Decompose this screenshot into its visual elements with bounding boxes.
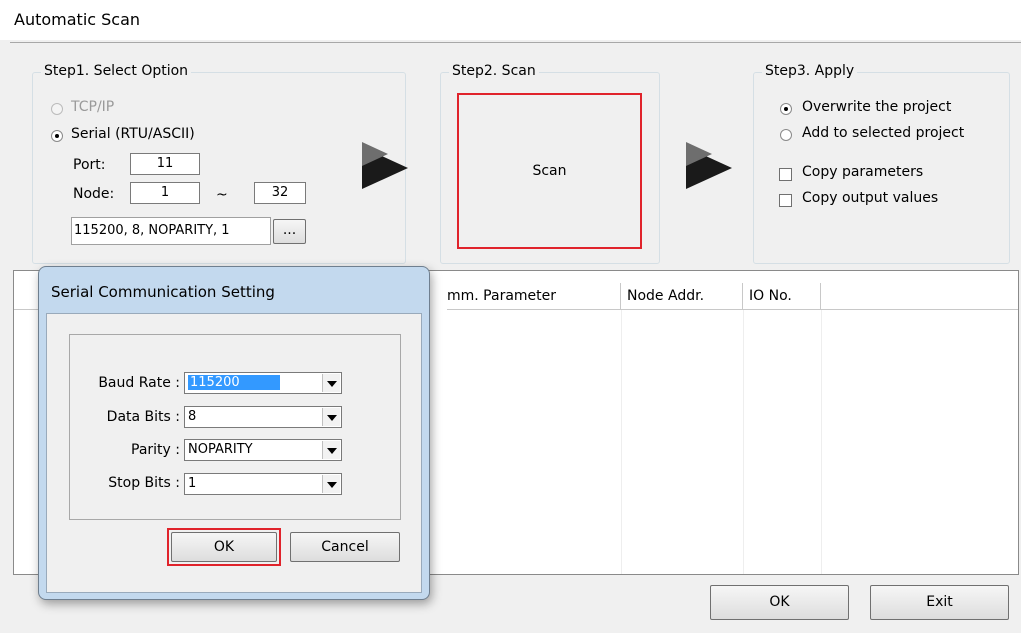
overwrite-radio[interactable] bbox=[780, 103, 792, 115]
column-header-io-no[interactable]: IO No. bbox=[743, 283, 821, 310]
step2-group: Step2. Scan Scan bbox=[440, 63, 660, 264]
arrow-shade-icon bbox=[686, 142, 712, 166]
node-label: Node: bbox=[73, 186, 115, 202]
data-bits-value: 8 bbox=[188, 409, 197, 424]
copy-outputs-checkbox[interactable] bbox=[779, 194, 792, 207]
column-header-comm-parameter[interactable]: mm. Parameter bbox=[447, 283, 621, 310]
overwrite-label: Overwrite the project bbox=[802, 99, 952, 115]
parity-value: NOPARITY bbox=[188, 442, 253, 457]
copy-parameters-checkbox[interactable] bbox=[779, 168, 792, 181]
chevron-down-icon[interactable] bbox=[322, 441, 340, 459]
column-divider bbox=[821, 310, 822, 574]
data-bits-select[interactable]: 8 bbox=[184, 406, 342, 428]
baud-rate-select[interactable]: 115200 bbox=[184, 372, 342, 394]
dialog-body: Baud Rate : 115200 Data Bits : 8 Parity … bbox=[46, 313, 422, 593]
tcp-label: TCP/IP bbox=[71, 99, 115, 115]
title-divider bbox=[10, 42, 1021, 43]
baud-rate-value: 115200 bbox=[188, 375, 280, 390]
node-from-input[interactable]: 1 bbox=[130, 182, 200, 204]
step1-group: Step1. Select Option TCP/IP Serial (RTU/… bbox=[32, 63, 406, 264]
scan-button[interactable]: Scan bbox=[457, 163, 642, 179]
title-bar bbox=[0, 0, 1021, 40]
port-input[interactable]: 11 bbox=[130, 153, 200, 175]
port-label: Port: bbox=[73, 157, 106, 173]
dialog-ok-button[interactable]: OK bbox=[171, 532, 277, 562]
serial-settings-button[interactable]: ... bbox=[273, 219, 306, 244]
node-range-separator: ~ bbox=[216, 187, 228, 203]
step2-legend: Step2. Scan bbox=[449, 63, 539, 79]
parity-label: Parity : bbox=[131, 442, 180, 458]
dialog-cancel-button[interactable]: Cancel bbox=[290, 532, 400, 562]
chevron-down-icon[interactable] bbox=[322, 475, 340, 493]
dialog-title: Serial Communication Setting bbox=[51, 283, 275, 301]
exit-button[interactable]: Exit bbox=[870, 585, 1009, 620]
copy-parameters-label: Copy parameters bbox=[802, 164, 924, 180]
arrow-shade-icon bbox=[362, 142, 388, 166]
stop-bits-select[interactable]: 1 bbox=[184, 473, 342, 495]
serial-params-group: Baud Rate : 115200 Data Bits : 8 Parity … bbox=[69, 334, 401, 520]
serial-radio[interactable] bbox=[51, 130, 63, 142]
node-to-input[interactable]: 32 bbox=[254, 182, 306, 204]
step1-legend: Step1. Select Option bbox=[41, 63, 192, 79]
add-to-project-radio[interactable] bbox=[780, 129, 792, 141]
column-header-filler bbox=[821, 283, 1018, 310]
serial-settings-summary: 115200, 8, NOPARITY, 1 bbox=[71, 217, 271, 245]
add-to-project-label: Add to selected project bbox=[802, 125, 965, 141]
chevron-down-icon[interactable] bbox=[322, 408, 340, 426]
tcp-radio[interactable] bbox=[51, 103, 63, 115]
copy-outputs-label: Copy output values bbox=[802, 190, 939, 206]
parity-select[interactable]: NOPARITY bbox=[184, 439, 342, 461]
stop-bits-value: 1 bbox=[188, 476, 197, 491]
data-bits-label: Data Bits : bbox=[106, 409, 180, 425]
stop-bits-label: Stop Bits : bbox=[108, 475, 180, 491]
ok-button[interactable]: OK bbox=[710, 585, 849, 620]
baud-rate-label: Baud Rate : bbox=[98, 375, 180, 391]
step3-legend: Step3. Apply bbox=[762, 63, 858, 79]
step3-group: Step3. Apply Overwrite the project Add t… bbox=[753, 63, 1010, 264]
chevron-down-icon[interactable] bbox=[322, 374, 340, 392]
column-divider bbox=[743, 310, 744, 574]
window-title: Automatic Scan bbox=[14, 10, 141, 29]
column-divider bbox=[621, 310, 622, 574]
column-header-node-addr[interactable]: Node Addr. bbox=[621, 283, 743, 310]
serial-settings-dialog: Serial Communication Setting Baud Rate :… bbox=[38, 266, 430, 600]
serial-label: Serial (RTU/ASCII) bbox=[71, 126, 195, 142]
